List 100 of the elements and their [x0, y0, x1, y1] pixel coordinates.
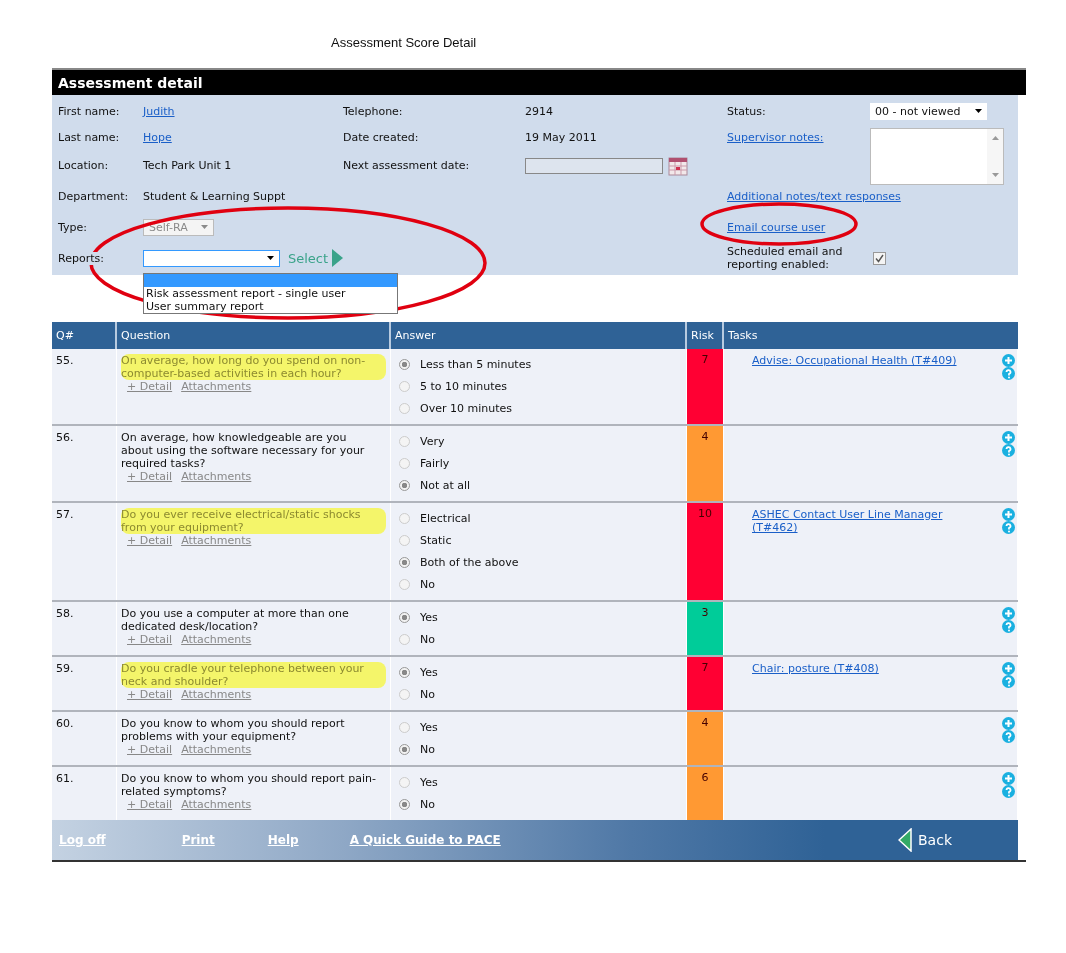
footer-link[interactable]: Help: [267, 833, 299, 847]
question-text: Do you know to whom you should report problems with your equipment?: [121, 717, 346, 743]
radio-button[interactable]: [399, 402, 410, 414]
radio-button[interactable]: [399, 556, 410, 568]
additional-notes-link[interactable]: Additional notes/text responses: [727, 190, 901, 203]
radio-button[interactable]: [399, 435, 410, 447]
footer-link[interactable]: A Quick Guide to PACE: [349, 833, 501, 847]
radio-button[interactable]: [399, 666, 410, 678]
scroll-up-icon[interactable]: [991, 136, 999, 140]
question-number: 56.: [56, 431, 74, 444]
attachments-link[interactable]: Attachments: [181, 743, 252, 756]
detail-link[interactable]: + Detail: [127, 380, 173, 393]
add-icon[interactable]: [1002, 717, 1015, 730]
add-icon[interactable]: [1002, 431, 1015, 444]
help-icon[interactable]: [1002, 367, 1015, 380]
radio-button[interactable]: [399, 776, 410, 788]
detail-link[interactable]: + Detail: [127, 470, 173, 483]
question-number: 59.: [56, 662, 74, 675]
radio-button[interactable]: [399, 743, 410, 755]
help-icon[interactable]: [1002, 444, 1015, 457]
answer-label: Over 10 minutes: [420, 401, 512, 415]
answer-label: Yes: [420, 610, 438, 624]
notes-field[interactable]: [870, 128, 1004, 185]
dropdown-caret-icon: [201, 225, 208, 229]
risk-cell: 6: [687, 767, 724, 820]
email-user-link[interactable]: Email course user: [727, 220, 826, 234]
add-icon[interactable]: [1002, 772, 1015, 785]
help-icon[interactable]: [1002, 521, 1015, 534]
answer-label: Yes: [420, 665, 438, 679]
back-button[interactable]: Back: [892, 827, 958, 853]
answer-label: Less than 5 minutes: [420, 357, 532, 371]
attachments-link[interactable]: Attachments: [181, 470, 252, 483]
field-value: 19 May 2011: [525, 130, 598, 144]
dropdown-caret-icon: [975, 109, 982, 113]
task-link[interactable]: ASHEC Contact User Line Manager (T#462): [752, 508, 962, 595]
detail-link[interactable]: + Detail: [127, 633, 173, 646]
help-icon[interactable]: [1002, 675, 1015, 688]
field-label: Last name:: [58, 130, 121, 144]
radio-button[interactable]: [399, 688, 410, 700]
field-label: Department:: [58, 190, 130, 203]
supervisor-notes-link[interactable]: Supervisor notes:: [727, 130, 824, 144]
scrollbar[interactable]: [987, 129, 1003, 184]
last-name-link[interactable]: Hope: [143, 130, 172, 144]
field-label: Location:: [58, 159, 110, 172]
task-link[interactable]: Chair: posture (T#408): [752, 662, 962, 705]
question-number: 61.: [56, 772, 74, 785]
task-link[interactable]: Advise: Occupational Health (T#409): [752, 354, 962, 419]
radio-button[interactable]: [399, 578, 410, 590]
add-icon[interactable]: [1002, 354, 1015, 367]
radio-button[interactable]: [399, 512, 410, 524]
answer-label: 5 to 10 minutes: [420, 379, 508, 393]
dropdown-option[interactable]: Risk assessment report - single user: [144, 287, 397, 300]
question-number: 57.: [56, 508, 74, 521]
risk-cell: 10: [687, 503, 724, 600]
first-name-link[interactable]: Judith: [143, 104, 175, 118]
question-number: 60.: [56, 717, 74, 730]
answer-label: Not at all: [420, 478, 471, 492]
reports-select[interactable]: [143, 249, 280, 267]
radio-button[interactable]: [399, 721, 410, 733]
select-button[interactable]: Select: [287, 249, 343, 267]
field-label: First name:: [58, 104, 121, 118]
radio-button[interactable]: [399, 479, 410, 491]
dropdown-option[interactable]: User summary report: [144, 300, 397, 313]
radio-button[interactable]: [399, 358, 410, 370]
add-icon[interactable]: [1002, 607, 1015, 620]
field-label: Telephone:: [343, 104, 404, 118]
attachments-link[interactable]: Attachments: [181, 798, 252, 811]
help-icon[interactable]: [1002, 620, 1015, 633]
detail-link[interactable]: + Detail: [127, 534, 173, 547]
attachments-link[interactable]: Attachments: [181, 534, 252, 547]
radio-button[interactable]: [399, 534, 410, 546]
answer-label: No: [420, 577, 435, 591]
field-value: Student & Learning Suppt: [143, 190, 287, 203]
help-icon[interactable]: [1002, 730, 1015, 743]
field-label: Reports:: [58, 251, 104, 265]
answer-label: Yes: [420, 775, 438, 789]
question-number: 58.: [56, 607, 74, 620]
footer-link[interactable]: Log off: [59, 833, 106, 847]
radio-button[interactable]: [399, 633, 410, 645]
answer-label: No: [420, 742, 435, 756]
status-select[interactable]: 00 - not viewed: [870, 102, 987, 120]
detail-link[interactable]: + Detail: [127, 743, 173, 756]
footer-link[interactable]: Print: [181, 833, 215, 847]
radio-button[interactable]: [399, 611, 410, 623]
checkbox[interactable]: [873, 251, 886, 265]
attachments-link[interactable]: Attachments: [181, 688, 252, 701]
help-icon[interactable]: [1002, 785, 1015, 798]
radio-button[interactable]: [399, 380, 410, 392]
field-label: Next assessment date:: [343, 159, 471, 172]
answer-label: No: [420, 632, 435, 646]
detail-link[interactable]: + Detail: [127, 798, 173, 811]
radio-button[interactable]: [399, 457, 410, 469]
scroll-down-icon[interactable]: [991, 173, 999, 177]
attachments-link[interactable]: Attachments: [181, 633, 252, 646]
add-icon[interactable]: [1002, 662, 1015, 675]
attachments-link[interactable]: Attachments: [181, 380, 252, 393]
radio-button[interactable]: [399, 798, 410, 810]
add-icon[interactable]: [1002, 508, 1015, 521]
calendar-icon[interactable]: [668, 155, 688, 176]
detail-link[interactable]: + Detail: [127, 688, 173, 701]
